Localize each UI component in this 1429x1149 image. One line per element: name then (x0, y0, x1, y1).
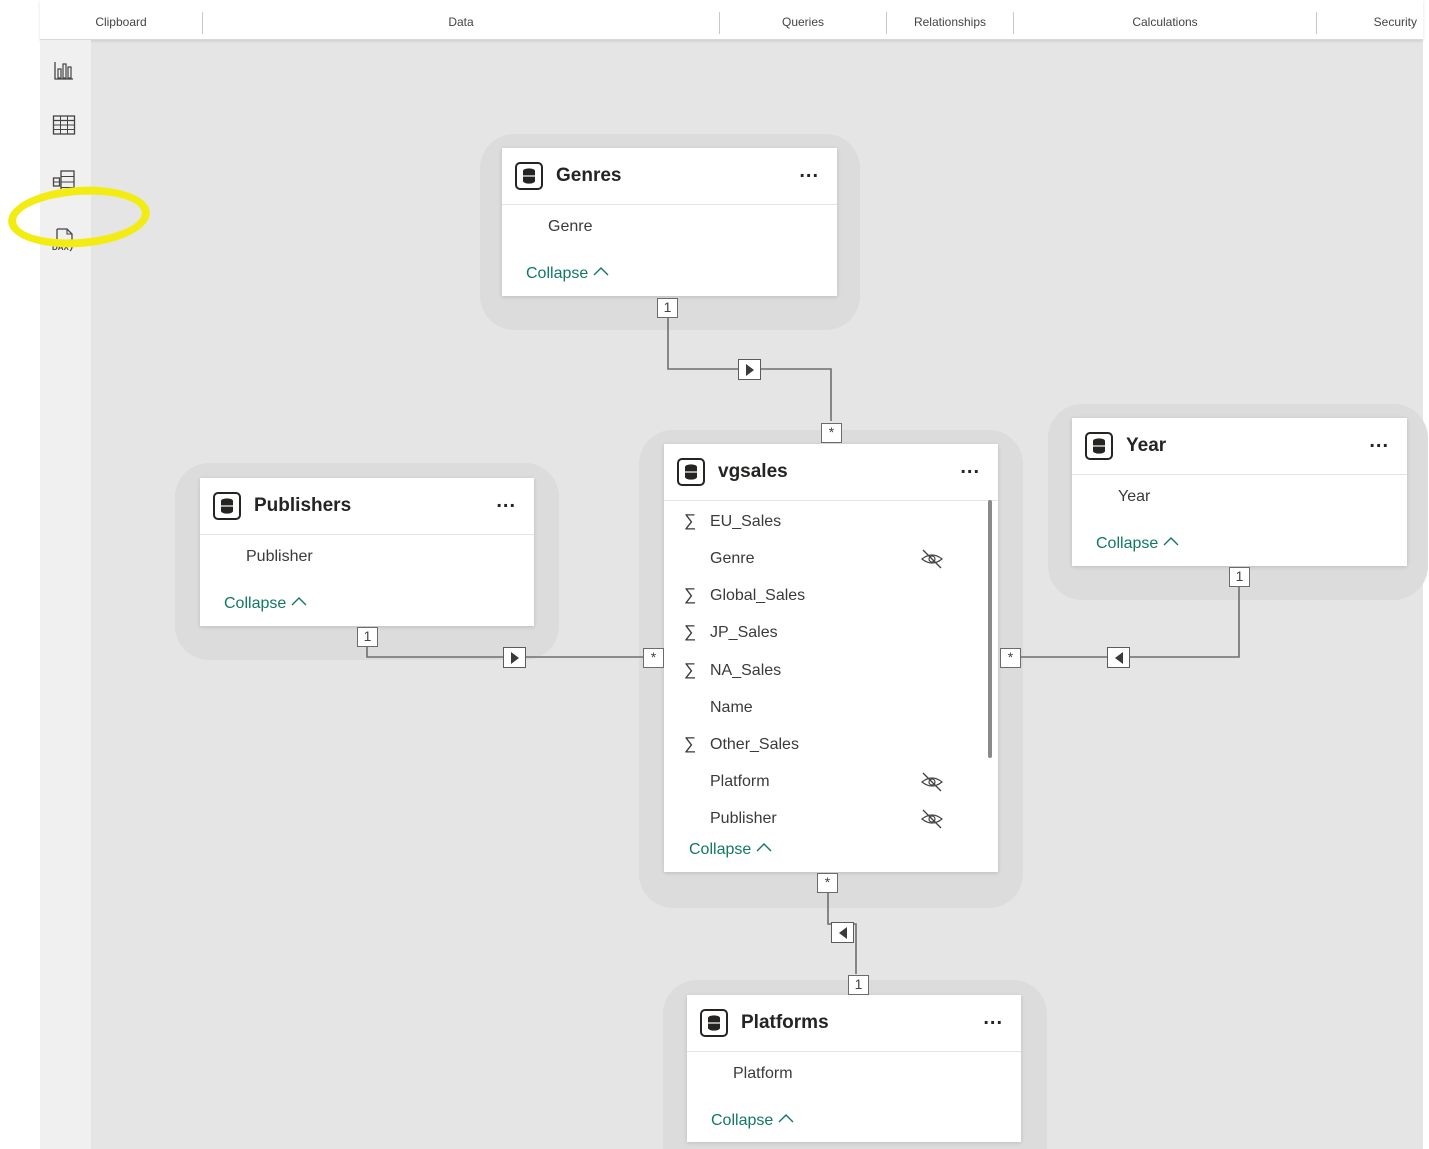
table-header: Publishers ... (200, 478, 534, 535)
field-row-name[interactable]: Name (664, 689, 998, 725)
crossfilter-arrow[interactable] (738, 359, 761, 380)
table-title: Publishers (254, 495, 352, 516)
field-name: Other_Sales (710, 736, 799, 753)
table-card-publishers[interactable]: Publishers ... Publisher Collapse (200, 478, 534, 626)
table-icon (515, 162, 543, 190)
collapse-label: Collapse (689, 841, 752, 858)
crossfilter-arrow[interactable] (831, 922, 854, 943)
sum-icon: ∑ (684, 585, 697, 604)
cardinality-one-marker[interactable]: 1 (848, 975, 869, 995)
chevron-up-icon (756, 843, 772, 852)
field-row-global-sales[interactable]: ∑ Global_Sales (664, 577, 998, 613)
sum-icon: ∑ (684, 734, 697, 753)
play-left-icon (1114, 651, 1123, 664)
play-right-icon (745, 363, 754, 376)
field-name: EU_Sales (710, 513, 782, 530)
field-row[interactable]: Genre (502, 208, 837, 244)
collapse-button[interactable]: Collapse (1096, 535, 1179, 553)
field-row-jp-sales[interactable]: ∑ JP_Sales (664, 614, 998, 650)
field-name: Global_Sales (710, 587, 806, 604)
table-icon (1085, 432, 1113, 460)
hidden-eye-icon (921, 772, 943, 792)
chevron-up-icon (778, 1114, 794, 1123)
cardinality-one-marker[interactable]: 1 (357, 627, 378, 647)
field-list-scrollbar[interactable] (988, 500, 992, 758)
more-options-button[interactable]: ... (960, 457, 980, 477)
table-title: vgsales (718, 461, 788, 482)
field-row-na-sales[interactable]: ∑ NA_Sales (664, 652, 998, 688)
table-icon (213, 492, 241, 520)
table-icon (677, 458, 705, 486)
collapse-label: Collapse (526, 265, 589, 282)
table-card-genres[interactable]: Genres ... Genre Collapse (502, 148, 837, 296)
cardinality-many-marker[interactable]: * (1000, 648, 1021, 668)
chevron-up-icon (1163, 537, 1179, 546)
chevron-up-icon (593, 267, 609, 276)
field-name: Genre (548, 218, 593, 235)
chevron-up-icon (291, 597, 307, 606)
field-name: NA_Sales (710, 662, 782, 679)
field-row-eu-sales[interactable]: ∑ EU_Sales (664, 503, 998, 539)
field-row-other-sales[interactable]: ∑ Other_Sales (664, 726, 998, 762)
field-row-platform[interactable]: Platform (664, 763, 998, 799)
collapse-button[interactable]: Collapse (526, 265, 609, 283)
sum-icon: ∑ (684, 622, 697, 641)
more-options-button[interactable]: ... (799, 161, 819, 181)
more-options-button[interactable]: ... (1369, 431, 1389, 451)
play-left-icon (838, 926, 847, 939)
power-bi-app: Clipboard Data Queries Relationships Cal… (6, 0, 1428, 1149)
collapse-label: Collapse (224, 595, 287, 612)
sum-icon: ∑ (684, 660, 697, 679)
table-header: Year ... (1072, 418, 1407, 475)
table-card-vgsales[interactable]: vgsales ... ∑ EU_Sales Genre ∑ Global_Sa… (664, 444, 998, 872)
collapse-button[interactable]: Collapse (711, 1112, 794, 1130)
cardinality-one-marker[interactable]: 1 (657, 298, 678, 318)
table-title: Genres (556, 165, 622, 186)
more-options-button[interactable]: ... (983, 1008, 1003, 1028)
table-header: Platforms ... (687, 995, 1021, 1052)
more-options-button[interactable]: ... (496, 491, 516, 511)
cardinality-many-marker[interactable]: * (817, 873, 838, 893)
crossfilter-arrow[interactable] (1107, 647, 1130, 668)
collapse-label: Collapse (1096, 535, 1159, 552)
field-row-genre[interactable]: Genre (664, 540, 998, 576)
field-name: Platform (733, 1065, 793, 1082)
field-name: Genre (710, 550, 755, 567)
collapse-button[interactable]: Collapse (224, 595, 307, 613)
table-title: Platforms (741, 1012, 829, 1033)
field-name: Publisher (246, 548, 313, 565)
cardinality-many-marker[interactable]: * (821, 423, 842, 443)
field-name: JP_Sales (710, 624, 778, 641)
field-row[interactable]: Platform (687, 1055, 1021, 1091)
model-diagram-canvas[interactable]: Genres ... Genre Collapse Publishers ...… (40, 0, 1428, 1149)
collapse-label: Collapse (711, 1112, 774, 1129)
table-header: Genres ... (502, 148, 837, 205)
crossfilter-arrow[interactable] (503, 647, 526, 668)
cardinality-many-marker[interactable]: * (643, 648, 664, 668)
play-right-icon (510, 651, 519, 664)
hidden-eye-icon (921, 549, 943, 569)
table-header: vgsales ... (664, 444, 998, 501)
field-name: Publisher (710, 810, 777, 827)
cardinality-one-marker[interactable]: 1 (1229, 567, 1250, 587)
collapse-button[interactable]: Collapse (689, 841, 772, 859)
field-name: Platform (710, 773, 770, 790)
table-card-year[interactable]: Year ... Year Collapse (1072, 418, 1407, 566)
sum-icon: ∑ (684, 511, 697, 530)
field-name: Name (710, 699, 753, 716)
field-row[interactable]: Publisher (200, 538, 534, 574)
table-title: Year (1126, 435, 1167, 456)
table-card-platforms[interactable]: Platforms ... Platform Collapse (687, 995, 1021, 1142)
field-row[interactable]: Year (1072, 478, 1407, 514)
field-name: Year (1118, 488, 1151, 505)
table-icon (700, 1009, 728, 1037)
field-row-publisher[interactable]: Publisher (664, 800, 998, 836)
hidden-eye-icon (921, 809, 943, 829)
